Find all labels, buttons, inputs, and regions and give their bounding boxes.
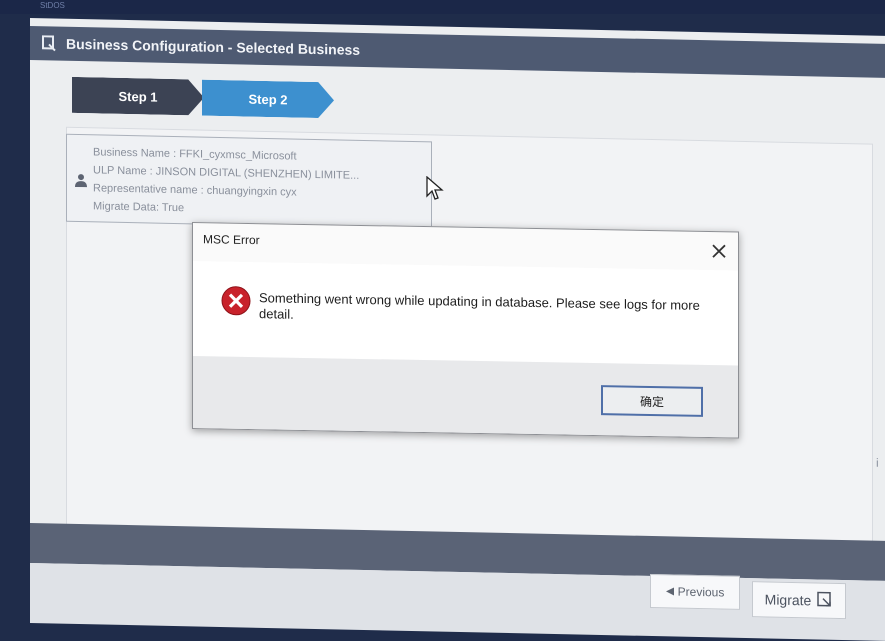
app-logo-icon — [42, 35, 56, 52]
migrate-button-label: Migrate — [764, 591, 812, 609]
step-1-label: Step 1 — [118, 88, 158, 105]
window-titlebar: Business Configuration - Selected Busine… — [30, 26, 885, 78]
top-system-bar-label: StDOS — [40, 1, 65, 10]
migrate-button[interactable]: Migrate — [752, 581, 846, 620]
ok-button[interactable]: 确定 — [601, 385, 703, 417]
dialog-body: Something went wrong while updating in d… — [193, 261, 738, 366]
dialog-footer: 确定 — [193, 356, 738, 438]
error-dialog: MSC Error Something went wrong while upd… — [192, 222, 739, 439]
step-2-label: Step 2 — [248, 91, 288, 107]
step-2[interactable]: Step 2 — [202, 80, 334, 119]
person-icon — [75, 173, 87, 190]
ok-button-label: 确定 — [639, 394, 664, 409]
dialog-message: Something went wrong while updating in d… — [259, 290, 700, 322]
side-glyph: i — [876, 455, 879, 470]
previous-button[interactable]: Previous — [650, 573, 740, 610]
top-system-bar: StDOS — [0, 0, 885, 14]
window-title: Business Configuration - Selected Busine… — [66, 35, 361, 58]
dialog-title: MSC Error — [203, 232, 260, 248]
arrow-left-icon — [665, 584, 674, 598]
previous-button-label: Previous — [677, 584, 725, 600]
close-icon[interactable] — [710, 242, 728, 260]
business-info-box: Business Name : FFKI_cyxmsc_Microsoft UL… — [66, 133, 432, 230]
migrate-icon — [817, 591, 833, 610]
error-icon — [221, 286, 251, 316]
mouse-cursor-icon — [426, 176, 444, 200]
step-1[interactable]: Step 1 — [72, 77, 204, 116]
